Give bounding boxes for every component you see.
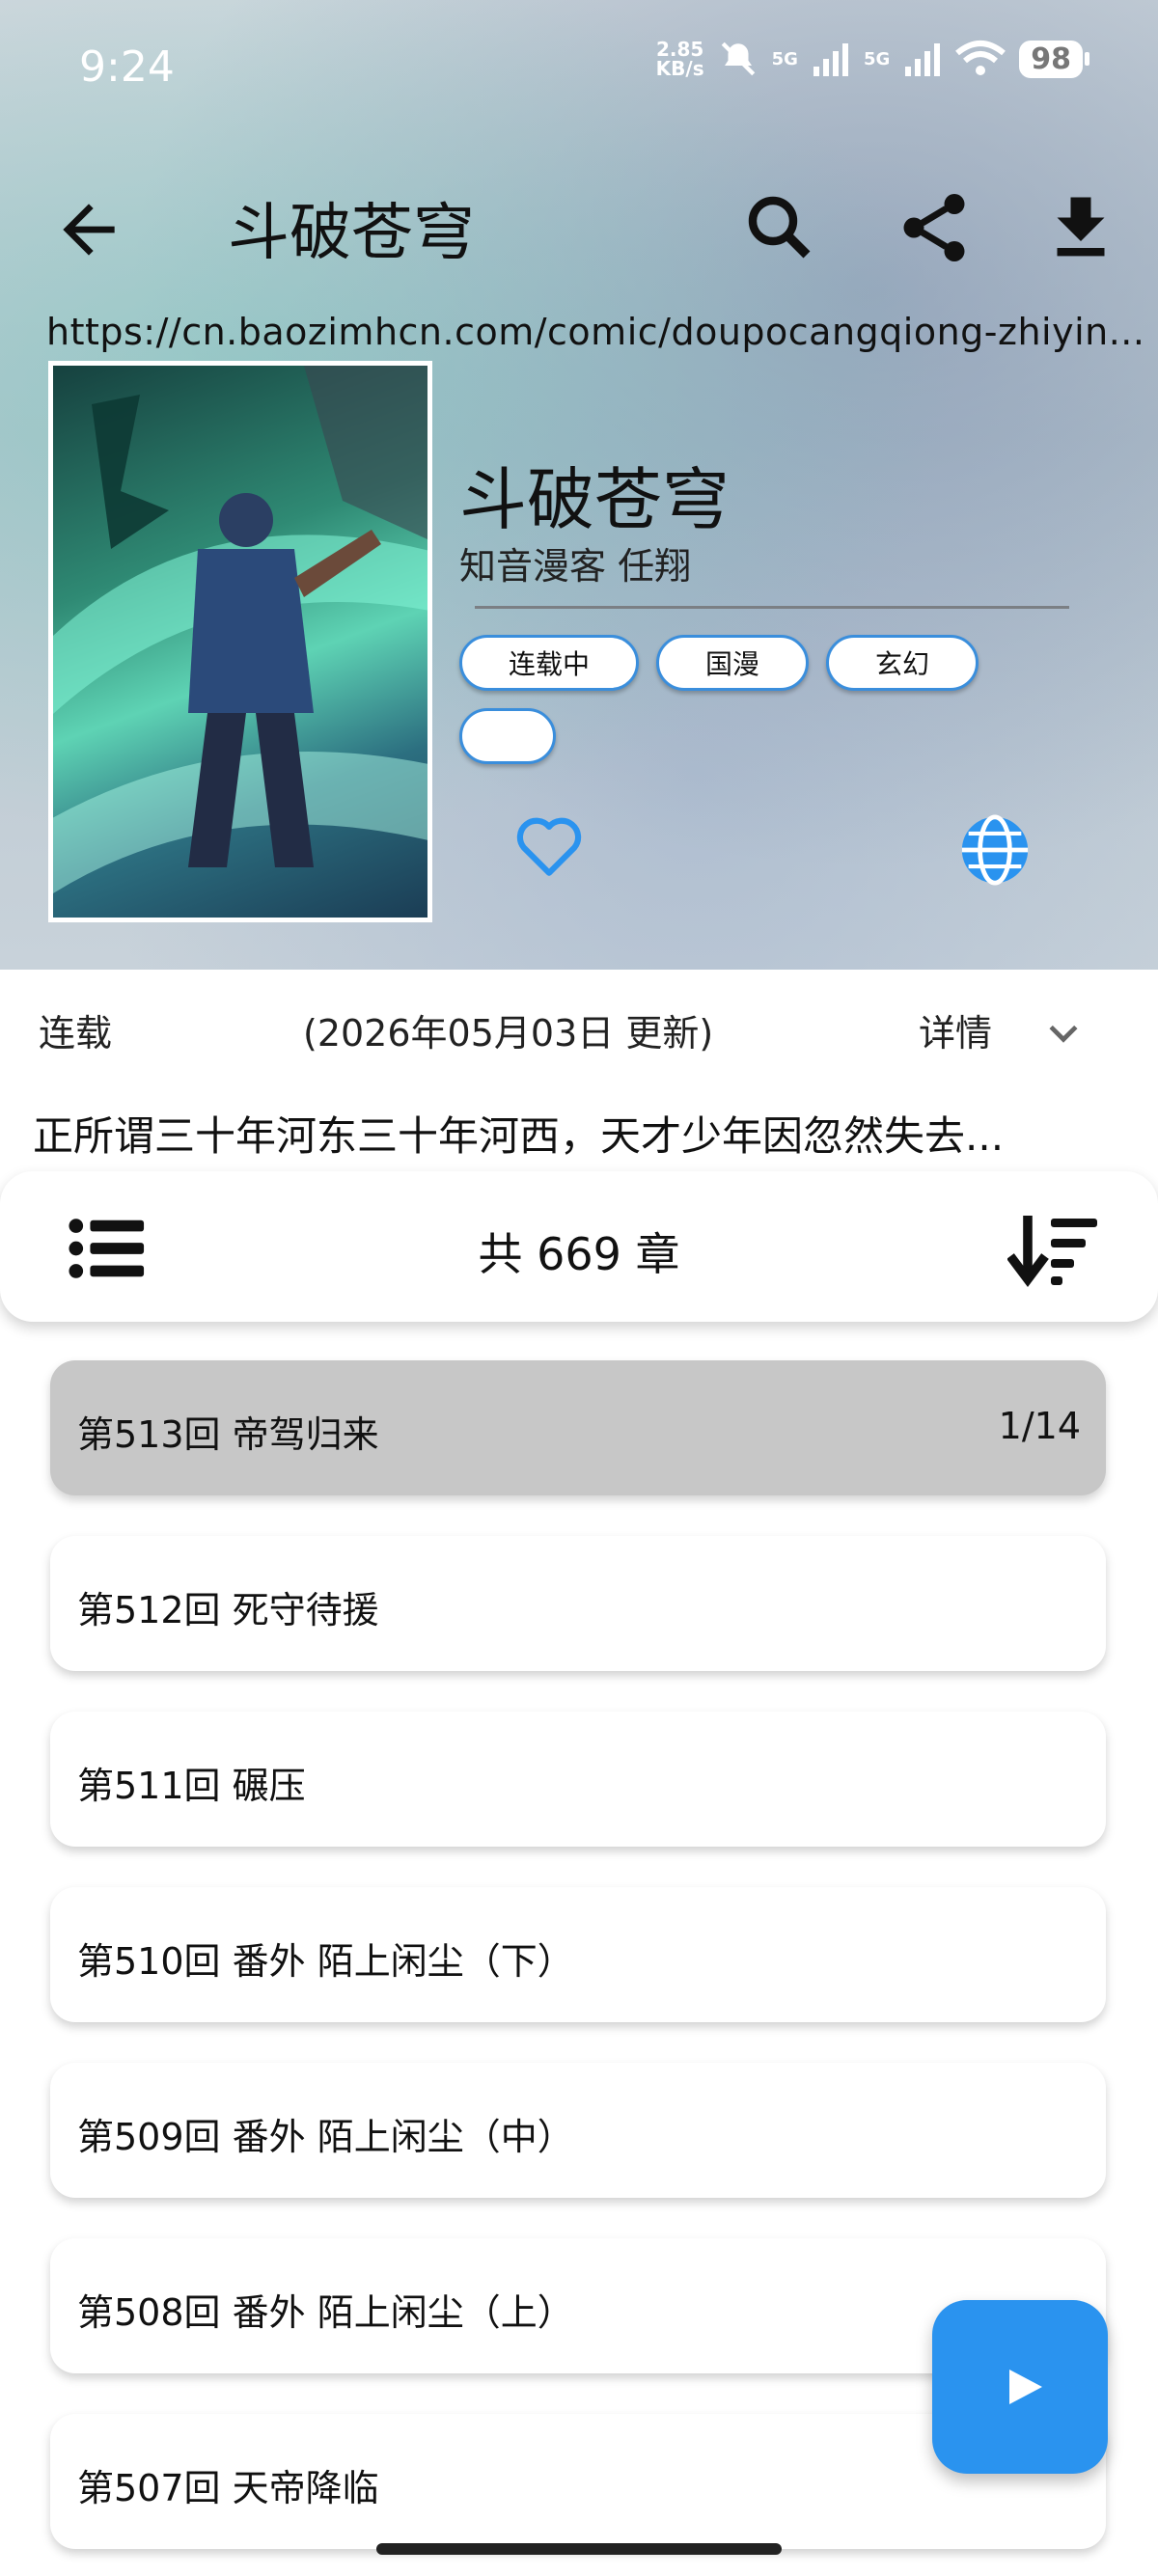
sim1-label: 5G xyxy=(771,48,798,69)
comic-title: 斗破苍穹 xyxy=(459,460,730,539)
comic-author: 知音漫客 任翔 xyxy=(459,545,692,588)
chapter-title: 第507回 天帝降临 xyxy=(77,2467,379,2509)
info-divider xyxy=(475,606,1069,609)
chapter-title: 第513回 帝驾归来 xyxy=(77,1413,379,1456)
chapter-item[interactable]: 第511回 碾压 xyxy=(50,1712,1106,1847)
sim2-label: 5G xyxy=(863,48,891,69)
play-icon xyxy=(1009,2370,1042,2404)
update-date: (2026年05月03日 更新) xyxy=(303,1012,714,1055)
cover-artwork xyxy=(53,366,427,894)
chapter-title: 第509回 番外 陌上闲尘（中） xyxy=(77,2116,574,2158)
globe-icon[interactable] xyxy=(955,810,1034,890)
chapter-title: 第512回 死守待援 xyxy=(77,1589,379,1631)
comic-url[interactable]: https://cn.baozimhcn.com/comic/doupocang… xyxy=(46,311,1144,353)
heart-icon[interactable] xyxy=(513,812,585,880)
chapter-title: 第508回 番外 陌上闲尘（上） xyxy=(77,2291,574,2334)
update-info-row: 连载 (2026年05月03日 更新) 详情 xyxy=(0,1003,1158,1061)
chapter-title: 第510回 番外 陌上闲尘（下） xyxy=(77,1940,574,1983)
battery-indicator: 98 xyxy=(1019,40,1089,78)
signal-icon xyxy=(905,43,941,76)
back-arrow-icon[interactable] xyxy=(50,191,127,268)
tag-list: 连载中 国漫 玄幻 xyxy=(459,635,1077,764)
search-icon[interactable] xyxy=(739,187,820,268)
chapter-item[interactable]: 第509回 番外 陌上闲尘（中） xyxy=(50,2063,1106,2198)
status-time: 9:24 xyxy=(79,42,175,92)
comic-description[interactable]: 正所谓三十年河东三十年河西，天才少年因忽然失去... xyxy=(33,1104,1129,1163)
status-icons: 2.85 KB/s 5G 5G 98 xyxy=(655,38,1089,80)
serial-status: 连载 xyxy=(39,1012,113,1055)
chapter-title: 第511回 碾压 xyxy=(77,1765,306,1807)
details-toggle[interactable]: 详情 xyxy=(919,1003,992,1056)
chapter-count: 共 669 章 xyxy=(478,1228,680,1280)
home-indicator[interactable] xyxy=(376,2543,782,2555)
tag-chip[interactable]: 玄幻 xyxy=(826,635,979,691)
share-icon[interactable] xyxy=(894,187,975,268)
signal-icon xyxy=(813,43,848,76)
tag-chip[interactable] xyxy=(459,708,556,764)
chapter-item[interactable]: 第513回 帝驾归来 1/14 xyxy=(50,1360,1106,1495)
network-speed: 2.85 KB/s xyxy=(655,38,704,80)
bell-off-icon xyxy=(721,41,755,76)
comic-cover-image[interactable] xyxy=(48,361,432,922)
tag-chip[interactable]: 连载中 xyxy=(459,635,640,691)
sort-descending-icon[interactable] xyxy=(1007,1210,1100,1291)
toolbar: 斗破苍穹 xyxy=(0,174,1158,270)
chevron-down-icon[interactable] xyxy=(1042,1011,1085,1054)
chapter-item[interactable]: 第512回 死守待援 xyxy=(50,1536,1106,1671)
status-bar: 9:24 2.85 KB/s 5G 5G 98 xyxy=(0,0,1158,135)
chapter-item[interactable]: 第510回 番外 陌上闲尘（下） xyxy=(50,1887,1106,2022)
tag-chip[interactable]: 国漫 xyxy=(656,635,810,691)
chapter-progress: 1/14 xyxy=(998,1405,1081,1447)
chapter-list-header: 共 669 章 xyxy=(0,1171,1158,1322)
comic-header: 9:24 2.85 KB/s 5G 5G 98 斗破苍穹 https://cn.… xyxy=(0,0,1158,970)
download-icon[interactable] xyxy=(1040,187,1121,268)
wifi-icon xyxy=(955,41,1006,75)
continue-reading-button[interactable] xyxy=(932,2300,1108,2474)
toolbar-title: 斗破苍穹 xyxy=(228,198,475,269)
